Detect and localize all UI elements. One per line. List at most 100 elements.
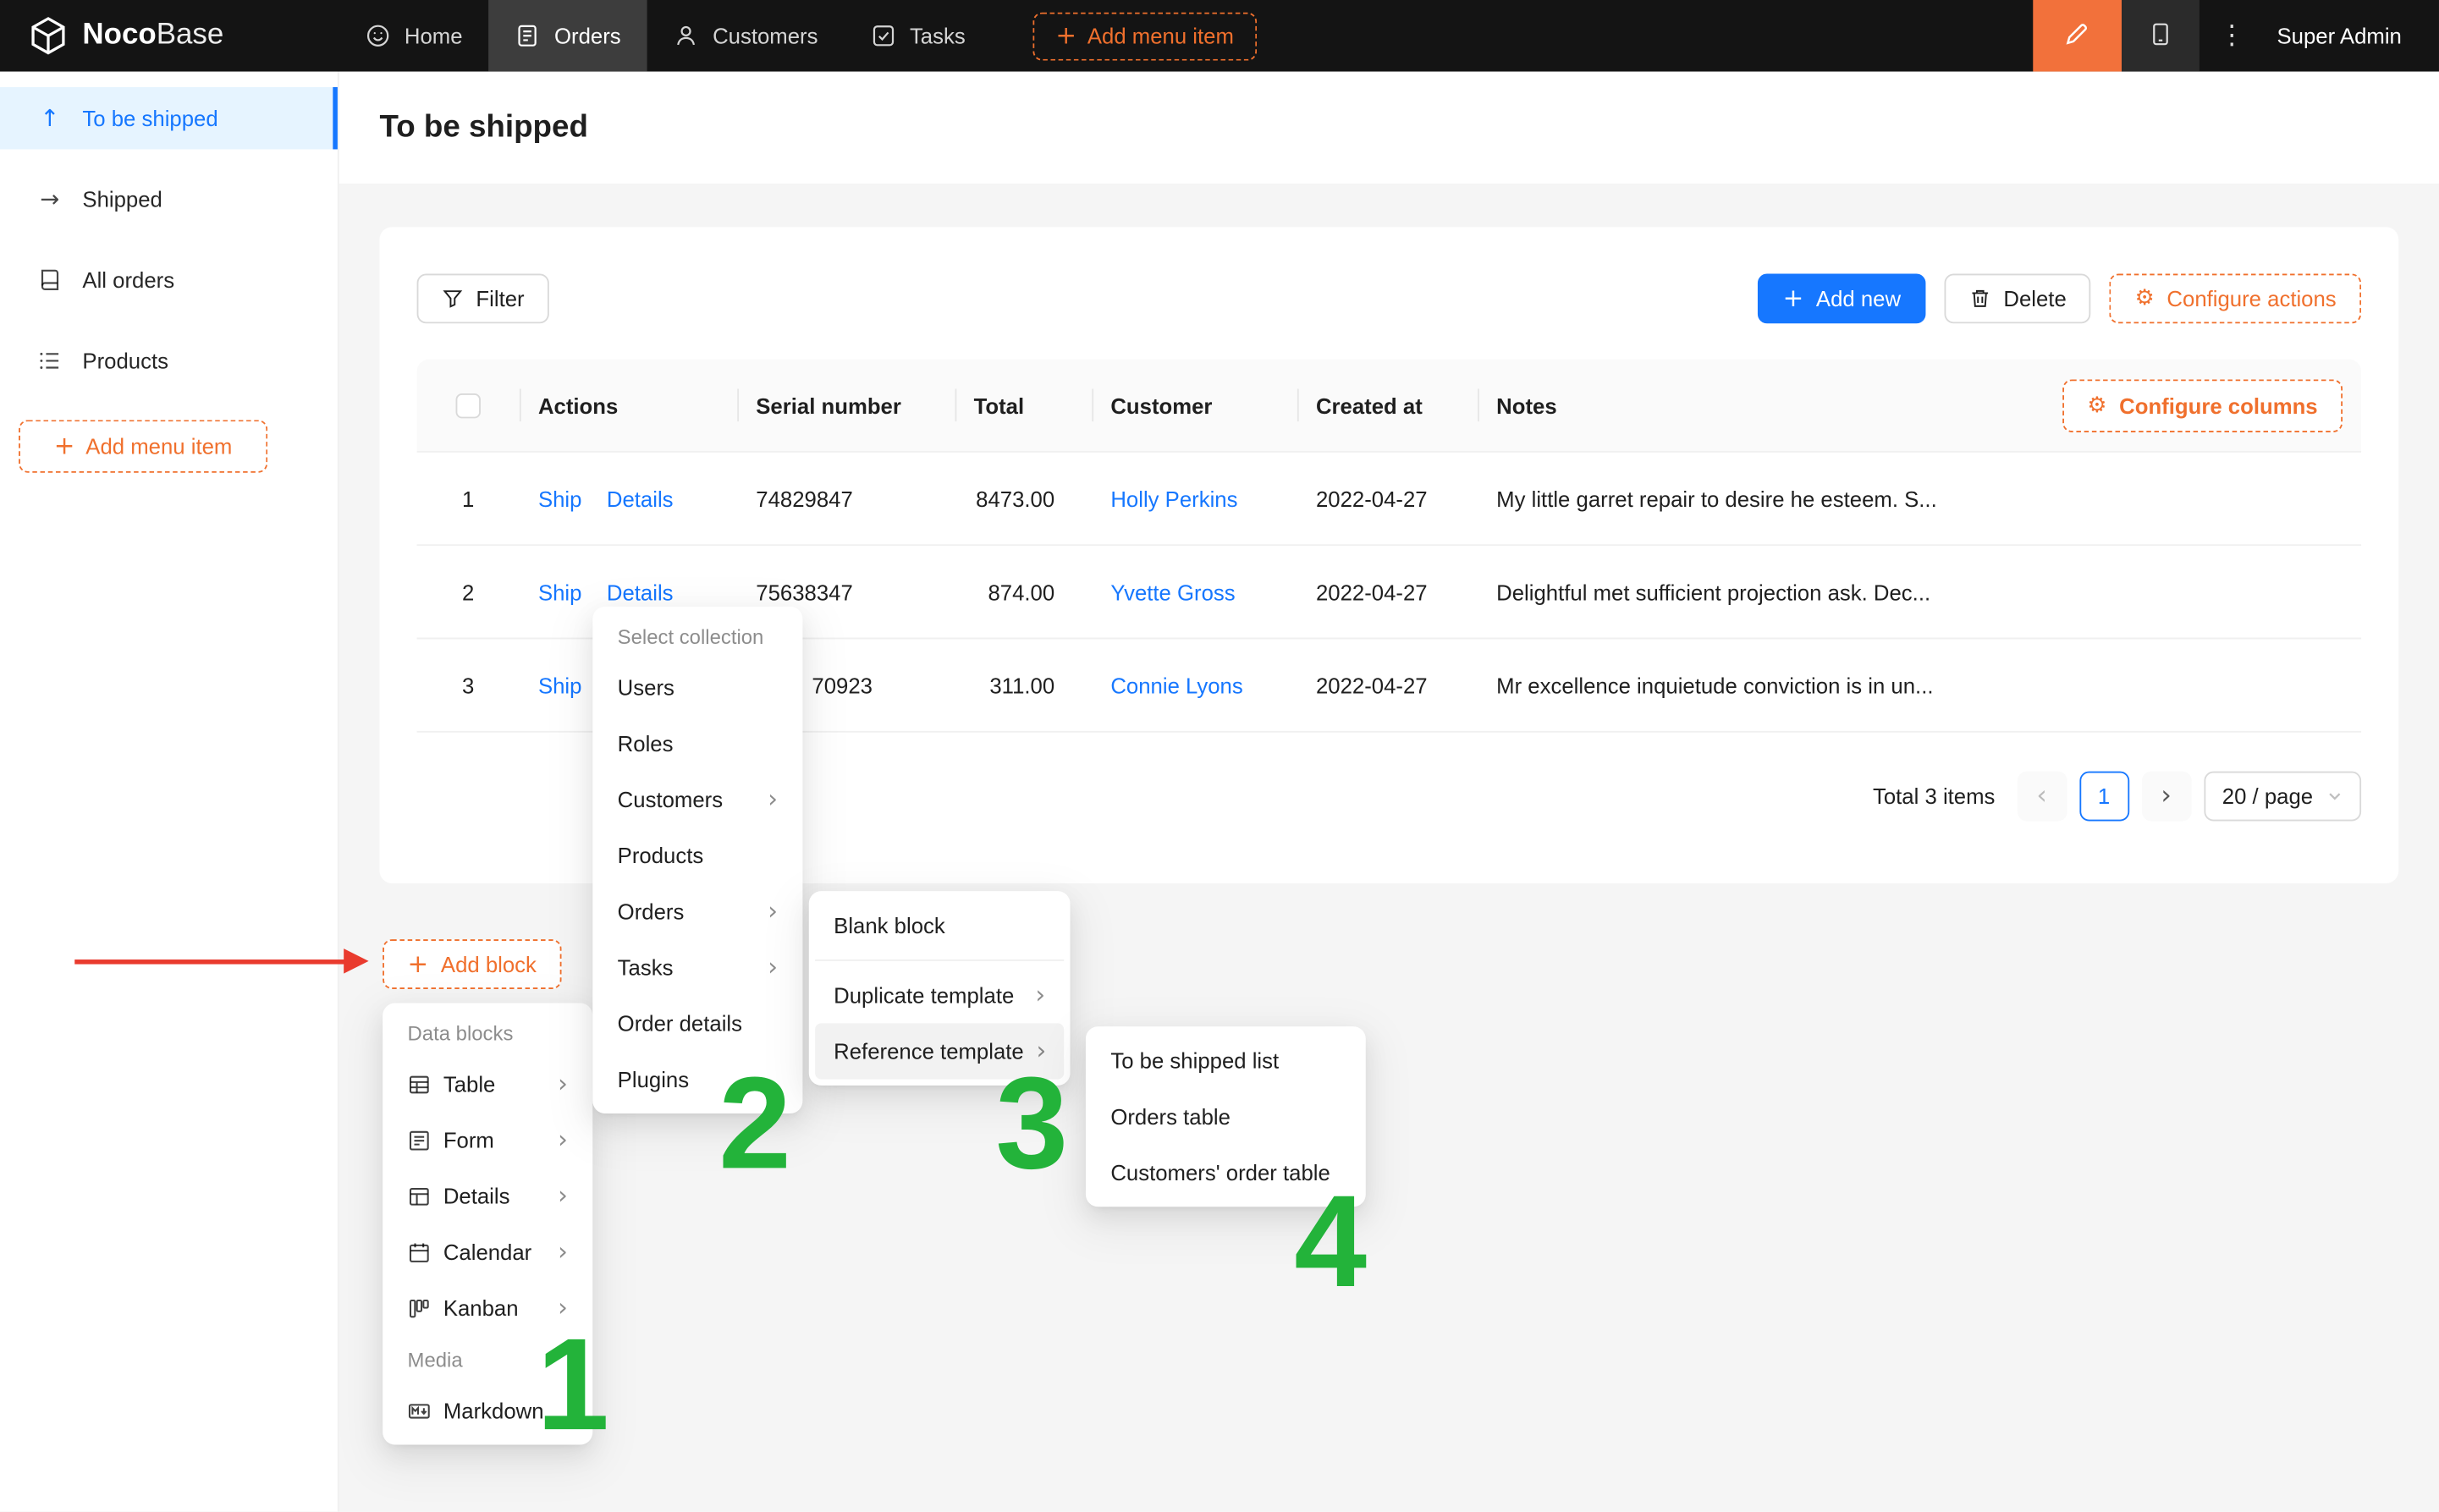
column-header-customer: Customer — [1092, 360, 1297, 451]
page-size-value: 20 / page — [2222, 783, 2313, 808]
nav-item-home[interactable]: Home — [339, 0, 489, 72]
menu-item-table[interactable]: Table › — [389, 1056, 586, 1112]
filter-button[interactable]: Filter — [417, 273, 549, 323]
plus-icon: + — [54, 434, 75, 459]
ship-link[interactable]: Ship — [538, 673, 582, 697]
row-index: 2 — [417, 546, 520, 637]
mobile-preview-button[interactable] — [2122, 0, 2200, 72]
customer-link[interactable]: Connie Lyons — [1110, 673, 1242, 697]
ui-editor-button[interactable] — [2033, 0, 2122, 72]
menu-item-to-be-shipped-list[interactable]: To be shipped list — [1092, 1032, 1359, 1088]
customers-icon — [674, 24, 698, 48]
created-cell: 2022-04-27 — [1297, 453, 1478, 544]
menu-item-label: Customers — [618, 787, 756, 811]
sidebar-item-products[interactable]: Products — [0, 330, 338, 393]
chevron-right-icon: › — [558, 1128, 568, 1152]
menu-item-order-details[interactable]: Order details — [599, 995, 796, 1051]
menu-item-form[interactable]: Form › — [389, 1112, 586, 1168]
menu-item-label: Duplicate template — [834, 983, 1022, 1008]
details-link[interactable]: Details — [607, 486, 674, 510]
select-all-checkbox[interactable] — [456, 393, 481, 417]
nav-item-tasks[interactable]: Tasks — [845, 0, 992, 72]
chevron-right-icon: › — [558, 1071, 568, 1096]
plus-icon: + — [408, 952, 429, 976]
sidebar-item-shipped[interactable]: → Shipped — [0, 168, 338, 231]
next-page-button[interactable]: › — [2141, 772, 2191, 822]
add-block-button[interactable]: + Add block — [383, 939, 561, 989]
table-header-row: Actions Serial number Total Customer Cre… — [417, 360, 2362, 453]
mobile-icon — [2148, 21, 2172, 51]
nav-add-menu-item-button[interactable]: + Add menu item — [1032, 12, 1258, 60]
menu-item-label: Products — [618, 843, 778, 867]
menu-item-users[interactable]: Users — [599, 659, 796, 715]
user-menu[interactable]: Super Admin — [2277, 24, 2402, 48]
configure-actions-label: Configure actions — [2166, 286, 2336, 311]
designer-pen-icon — [2063, 19, 2091, 52]
filter-label: Filter — [476, 286, 524, 311]
nav-item-label: Home — [405, 24, 463, 48]
sidebar-item-all-orders[interactable]: All orders — [0, 249, 338, 311]
page-size-select[interactable]: 20 / page — [2204, 772, 2361, 822]
add-new-button[interactable]: + Add new — [1758, 273, 1925, 323]
pagination-total: Total 3 items — [1873, 783, 1995, 808]
caret-down-icon — [2327, 783, 2343, 808]
menu-item-label: Order details — [618, 1011, 778, 1036]
menu-item-customers[interactable]: Customers › — [599, 772, 796, 827]
customer-link[interactable]: Yvette Gross — [1110, 580, 1235, 604]
menu-item-calendar[interactable]: Calendar › — [389, 1224, 586, 1280]
form-block-icon — [408, 1128, 432, 1152]
plus-icon: + — [1783, 286, 1804, 311]
row-index: 3 — [417, 639, 520, 730]
prev-page-button[interactable]: ‹ — [2017, 772, 2067, 822]
chevron-right-icon: › — [768, 955, 778, 980]
menu-item-duplicate-template[interactable]: Duplicate template › — [815, 967, 1064, 1023]
more-menu-button[interactable]: ⋮ — [2200, 0, 2265, 72]
sidebar-item-label: Products — [82, 349, 168, 373]
sidebar-item-to-be-shipped[interactable]: ↑ To be shipped — [0, 87, 338, 150]
annotation-step-3: 3 — [995, 1073, 1068, 1174]
chevron-right-icon: › — [558, 1240, 568, 1264]
select-collection-menu: Select collection Users Roles Customers … — [592, 607, 802, 1113]
configure-columns-label: Configure columns — [2119, 393, 2317, 417]
ship-link[interactable]: Ship — [538, 580, 582, 604]
menu-item-details[interactable]: Details › — [389, 1168, 586, 1223]
kebab-icon: ⋮ — [2219, 23, 2245, 49]
menu-item-tasks[interactable]: Tasks › — [599, 939, 796, 995]
delete-button[interactable]: Delete — [1945, 273, 2092, 323]
sidebar-item-label: To be shipped — [82, 106, 217, 130]
nav-item-customers[interactable]: Customers — [647, 0, 845, 72]
menu-item-roles[interactable]: Roles — [599, 715, 796, 771]
details-link[interactable]: Details — [607, 580, 674, 604]
configure-columns-button[interactable]: ⚙ Configure columns — [2062, 379, 2343, 432]
column-header-notes: Notes ⚙ Configure columns — [1478, 360, 2361, 451]
add-new-label: Add new — [1816, 286, 1901, 311]
customer-link[interactable]: Holly Perkins — [1110, 486, 1237, 510]
menu-item-orders[interactable]: Orders › — [599, 883, 796, 939]
column-header-total: Total — [955, 360, 1093, 451]
menu-item-blank-block[interactable]: Blank block — [815, 898, 1064, 954]
book-icon — [37, 267, 62, 292]
menu-item-label: To be shipped list — [1110, 1048, 1341, 1073]
notes-cell: Mr excellence inquietude conviction is i… — [1478, 639, 2361, 730]
column-header-actions: Actions — [520, 360, 737, 451]
menu-divider — [815, 959, 1064, 961]
menu-group-title: Select collection — [599, 613, 796, 659]
sidebar-add-menu-item-button[interactable]: + Add menu item — [19, 420, 267, 472]
chevron-right-icon: › — [768, 787, 778, 811]
top-navbar: NocoBase Home Orders Customers Tasks + A… — [0, 0, 2439, 72]
trash-icon — [1969, 288, 1991, 310]
current-page-button[interactable]: 1 — [2079, 772, 2129, 822]
delete-label: Delete — [2003, 286, 2066, 311]
next-page-icon: › — [2161, 783, 2172, 809]
menu-item-orders-table[interactable]: Orders table — [1092, 1089, 1359, 1145]
orders-icon — [515, 24, 540, 48]
menu-item-label: Form — [443, 1128, 546, 1152]
logo[interactable]: NocoBase — [0, 0, 339, 72]
ship-link[interactable]: Ship — [538, 486, 582, 510]
select-all-cell — [417, 360, 520, 451]
notes-header-label: Notes — [1496, 393, 1557, 417]
nav-item-orders[interactable]: Orders — [489, 0, 647, 72]
menu-item-products[interactable]: Products — [599, 827, 796, 883]
chevron-right-icon: › — [558, 1184, 568, 1208]
configure-actions-button[interactable]: ⚙ Configure actions — [2110, 273, 2361, 323]
